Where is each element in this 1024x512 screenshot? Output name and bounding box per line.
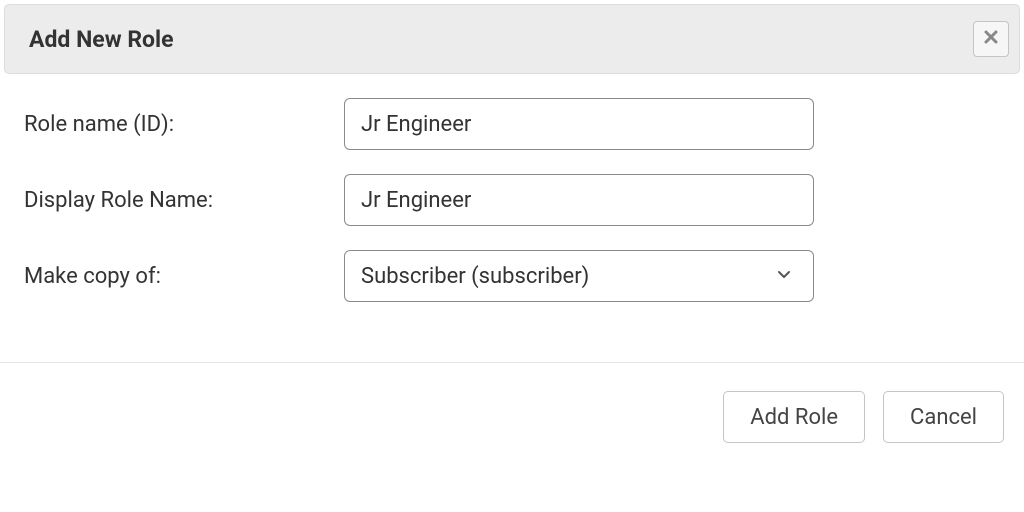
display-name-input[interactable] bbox=[344, 174, 814, 226]
role-name-label: Role name (ID): bbox=[24, 112, 344, 137]
dialog-header: Add New Role bbox=[4, 4, 1020, 74]
dialog-body: Role name (ID): Display Role Name: Make … bbox=[0, 78, 1024, 334]
add-role-dialog: Add New Role Role name (ID): Display Rol… bbox=[0, 4, 1024, 463]
dialog-title: Add New Role bbox=[29, 26, 174, 53]
dialog-footer: Add Role Cancel bbox=[0, 363, 1024, 463]
role-name-input[interactable] bbox=[344, 98, 814, 150]
close-icon bbox=[983, 28, 999, 51]
display-name-label: Display Role Name: bbox=[24, 188, 344, 213]
form-row-copy-of: Make copy of: Subscriber (subscriber) bbox=[24, 250, 1000, 302]
add-role-button[interactable]: Add Role bbox=[723, 391, 865, 443]
copy-of-select-wrapper: Subscriber (subscriber) bbox=[344, 250, 814, 302]
close-button[interactable] bbox=[973, 21, 1009, 57]
copy-of-select[interactable]: Subscriber (subscriber) bbox=[344, 250, 814, 302]
form-row-role-name: Role name (ID): bbox=[24, 98, 1000, 150]
cancel-button[interactable]: Cancel bbox=[883, 391, 1004, 443]
copy-of-label: Make copy of: bbox=[24, 264, 344, 289]
form-row-display-name: Display Role Name: bbox=[24, 174, 1000, 226]
